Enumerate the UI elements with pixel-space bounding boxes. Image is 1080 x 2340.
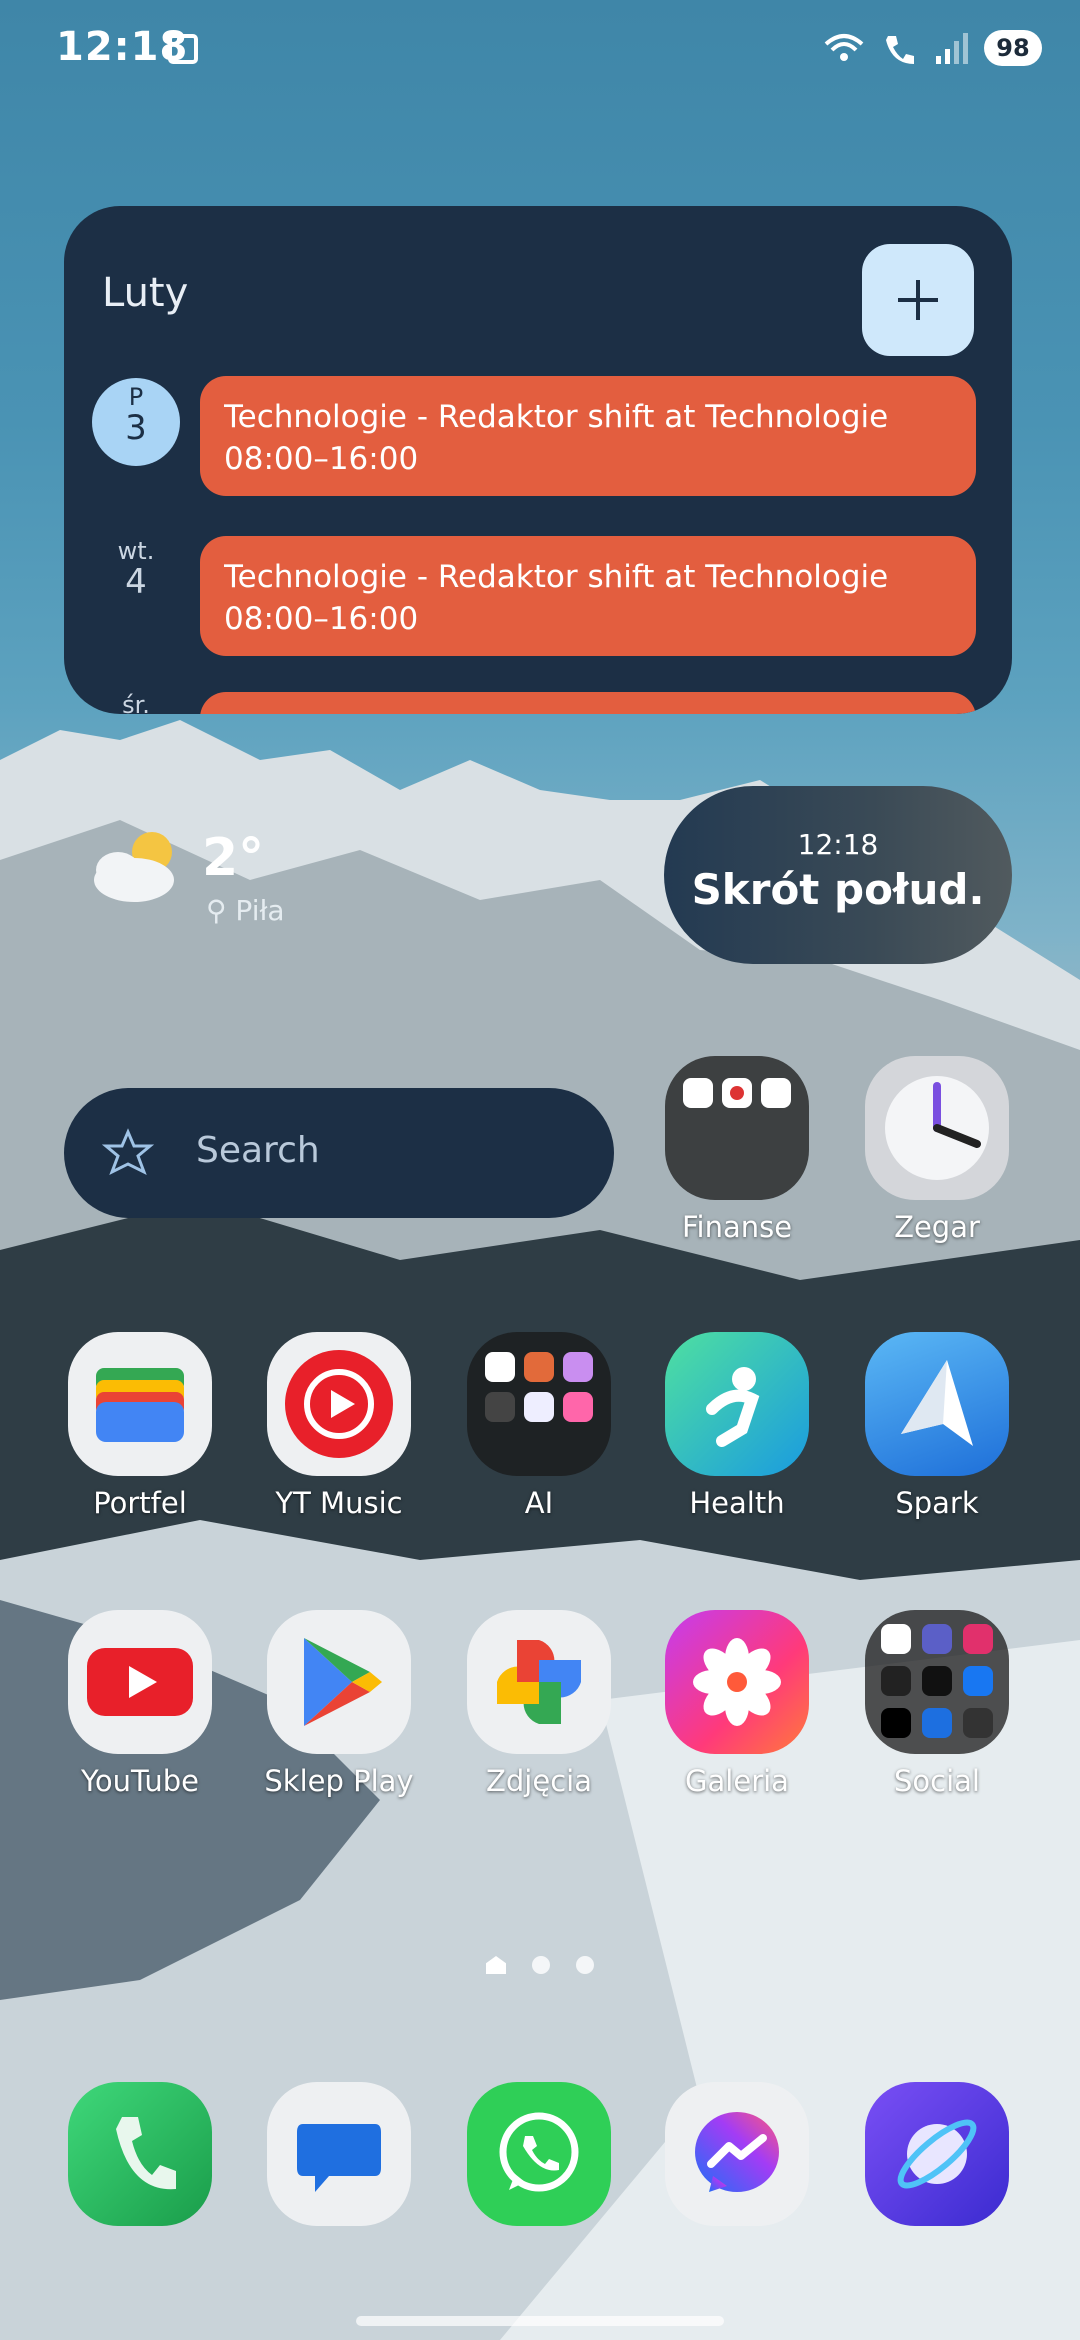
search-bar[interactable]: Search: [64, 1088, 614, 1218]
calendar-event[interactable]: Technologie - Redaktor shift at Technolo…: [200, 536, 976, 656]
page-dot: [532, 1956, 550, 1974]
calendar-month: Luty: [102, 270, 189, 316]
phone-icon: [68, 2082, 212, 2226]
home-page-icon: [486, 1956, 506, 1974]
battery-indicator: 98: [984, 30, 1042, 66]
messenger-icon: [665, 2082, 809, 2226]
app-zdjecia[interactable]: Zdjęcia: [454, 1610, 624, 1798]
app-health[interactable]: Health: [652, 1332, 822, 1520]
calendar-widget[interactable]: Luty P 3 Technologie - Redaktor shift at…: [64, 206, 1012, 714]
app-label: YouTube: [81, 1764, 199, 1798]
yt-music-icon: [267, 1332, 411, 1476]
app-portfel[interactable]: Portfel: [55, 1332, 225, 1520]
calendar-event[interactable]: [200, 692, 976, 714]
clock-widget-label: Skrót połud.: [691, 865, 985, 914]
app-zegar[interactable]: Zegar: [852, 1056, 1022, 1244]
app-label: Portfel: [93, 1486, 187, 1520]
weather-location: ⚲ Piła: [206, 894, 285, 927]
day-label: wt. 4: [117, 537, 155, 602]
app-ai-folder[interactable]: AI: [454, 1332, 624, 1520]
play-store-icon: [267, 1610, 411, 1754]
app-finanse[interactable]: Finanse: [652, 1056, 822, 1244]
app-label: Zdjęcia: [486, 1764, 592, 1798]
dock-internet[interactable]: [852, 2082, 1022, 2226]
dock-phone[interactable]: [55, 2082, 225, 2226]
image-notification-icon: [168, 34, 198, 64]
calendar-event[interactable]: Technologie - Redaktor shift at Technolo…: [200, 376, 976, 496]
signal-icon: [936, 33, 968, 64]
app-yt-music[interactable]: YT Music: [254, 1332, 424, 1520]
weather-temperature: 2°: [202, 828, 265, 888]
search-placeholder: Search: [196, 1130, 320, 1171]
photos-icon: [467, 1610, 611, 1754]
dock-whatsapp[interactable]: [454, 2082, 624, 2226]
clock-icon: [865, 1056, 1009, 1200]
day-label: śr.: [122, 691, 150, 714]
event-title: Technologie - Redaktor shift at Technolo…: [224, 399, 889, 435]
app-social-folder[interactable]: Social: [852, 1610, 1022, 1798]
wifi-icon: [824, 34, 864, 61]
plus-icon: [898, 280, 938, 320]
app-galeria[interactable]: Galeria: [652, 1610, 822, 1798]
clock-widget[interactable]: 12:18 Skrót połud.: [664, 786, 1012, 964]
dock-messenger[interactable]: [652, 2082, 822, 2226]
event-row[interactable]: P 3 Technologie - Redaktor shift at Tech…: [64, 376, 1012, 502]
clock-widget-time: 12:18: [797, 828, 879, 861]
event-row[interactable]: wt. 4 Technologie - Redaktor shift at Te…: [64, 532, 1012, 656]
app-label: Health: [689, 1486, 785, 1520]
weather-widget[interactable]: 2° ⚲ Piła: [86, 828, 285, 927]
app-label: YT Music: [275, 1486, 403, 1520]
add-event-button[interactable]: [862, 244, 974, 356]
whatsapp-icon: [467, 2082, 611, 2226]
health-icon: [665, 1332, 809, 1476]
internet-browser-icon: [865, 2082, 1009, 2226]
social-folder-icon: [865, 1610, 1009, 1754]
assistant-icon: [102, 1128, 154, 1176]
page-indicator[interactable]: [0, 1956, 1080, 1974]
messages-icon: [267, 2082, 411, 2226]
wifi-calling-icon: [886, 36, 914, 64]
app-label: Galeria: [685, 1764, 789, 1798]
partly-cloudy-icon: [94, 832, 174, 902]
app-label: Spark: [895, 1486, 979, 1520]
app-sklep-play[interactable]: Sklep Play: [254, 1610, 424, 1798]
status-bar: 12:18 98: [0, 0, 1080, 100]
event-title: Technologie - Redaktor shift at Technolo…: [224, 559, 889, 595]
app-label: AI: [524, 1486, 554, 1520]
spark-icon: [865, 1332, 1009, 1476]
event-time: 08:00–16:00: [224, 441, 419, 477]
gallery-icon: [665, 1610, 809, 1754]
wallet-icon: [68, 1332, 212, 1476]
app-youtube[interactable]: YouTube: [55, 1610, 225, 1798]
youtube-icon: [68, 1610, 212, 1754]
location-pin-icon: ⚲: [206, 894, 236, 927]
ai-folder-icon: [467, 1332, 611, 1476]
event-time: 08:00–16:00: [224, 601, 419, 637]
day-label-today: P 3: [92, 378, 180, 466]
app-label: Social: [894, 1764, 980, 1798]
app-label: Sklep Play: [264, 1764, 414, 1798]
app-spark[interactable]: Spark: [852, 1332, 1022, 1520]
gesture-bar[interactable]: [356, 2316, 724, 2326]
dock-messages[interactable]: [254, 2082, 424, 2226]
app-label: Zegar: [894, 1210, 980, 1244]
event-row[interactable]: śr.: [64, 692, 1012, 714]
app-label: Finanse: [681, 1210, 793, 1244]
finance-folder-icon: [665, 1056, 809, 1200]
page-dot: [576, 1956, 594, 1974]
